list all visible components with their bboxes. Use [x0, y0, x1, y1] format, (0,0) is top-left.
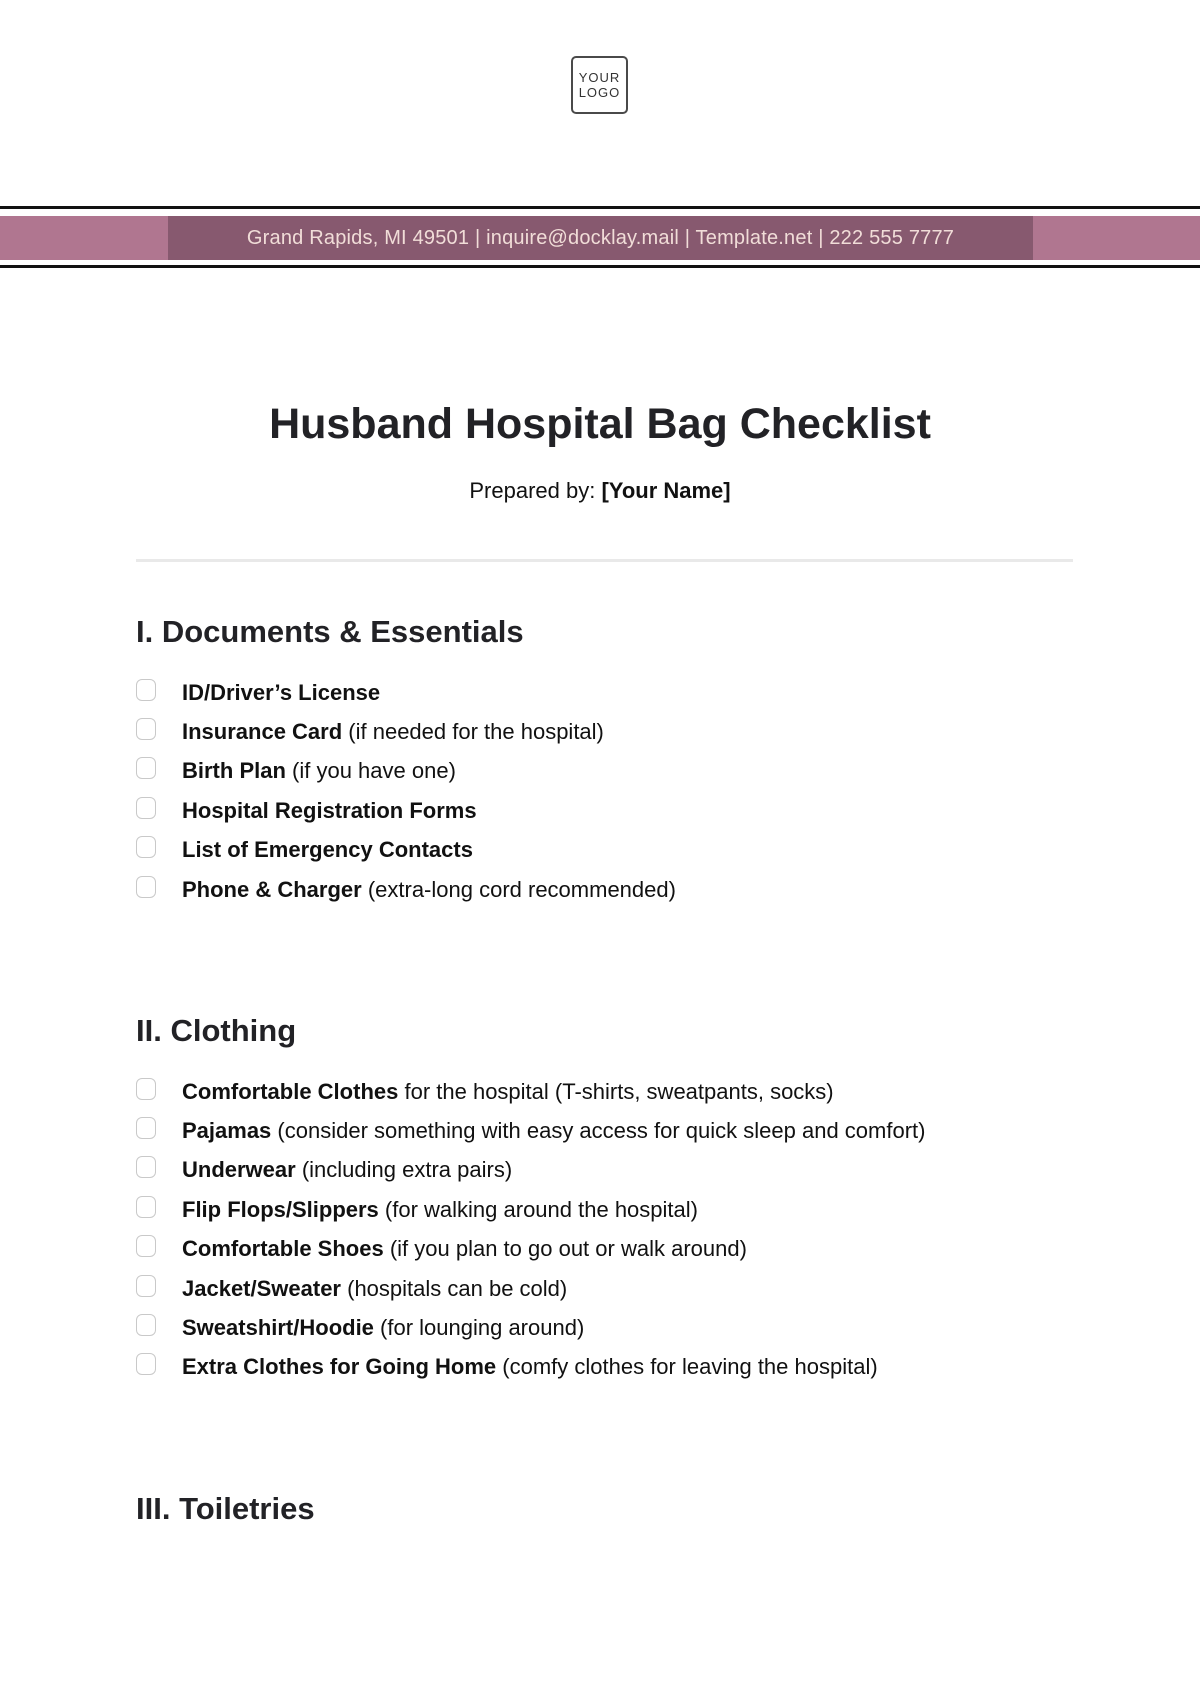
checklist-item: Hospital Registration Forms [136, 791, 676, 830]
checkbox[interactable] [136, 1156, 156, 1179]
prepared-by: Prepared by: [Your Name] [0, 478, 1200, 504]
item-note: (for walking around the hospital) [378, 1196, 698, 1222]
checkbox[interactable] [136, 678, 156, 701]
checkbox[interactable] [136, 1195, 156, 1218]
item-note: (including extra pairs) [295, 1157, 513, 1183]
item-label: Underwear [182, 1157, 296, 1183]
item-note: (comfy clothes for leaving the hospital) [496, 1354, 878, 1380]
checkbox[interactable] [136, 796, 156, 819]
item-note: (if needed for the hospital) [342, 719, 604, 745]
checklist-item: Flip Flops/Slippers (for walking around … [136, 1190, 925, 1229]
item-note: (consider something with easy access for… [271, 1118, 926, 1144]
checklist-item: Sweatshirt/Hoodie (for lounging around) [136, 1308, 925, 1347]
checkbox[interactable] [136, 1235, 156, 1258]
item-note: (for lounging around) [373, 1315, 585, 1341]
checklist-item: Pajamas (consider something with easy ac… [136, 1111, 925, 1150]
item-label: List of Emergency Contacts [182, 837, 473, 863]
header-rule-bottom [0, 265, 1200, 268]
contact-band: Grand Rapids, MI 49501 | inquire@docklay… [0, 216, 1200, 260]
section-title-clothing: II. Clothing [136, 1013, 297, 1048]
checklist-item: Extra Clothes for Going Home (comfy clot… [136, 1348, 925, 1387]
checklist-item: Insurance Card (if needed for the hospit… [136, 712, 676, 751]
checklist-item: Underwear (including extra pairs) [136, 1151, 925, 1190]
checklist-item: Jacket/Sweater (hospitals can be cold) [136, 1269, 925, 1308]
checkbox[interactable] [136, 718, 156, 741]
item-label: Phone & Charger [182, 876, 362, 902]
item-label: Sweatshirt/Hoodie [182, 1315, 374, 1341]
item-note: (if you plan to go out or walk around) [383, 1236, 747, 1262]
checkbox[interactable] [136, 1314, 156, 1337]
checklist-clothing: Comfortable Clothes for the hospital (T-… [136, 1072, 925, 1387]
checklist-item: Phone & Charger (extra-long cord recomme… [136, 870, 676, 909]
logo-line-1: YOUR [578, 70, 621, 85]
contact-band-inner: Grand Rapids, MI 49501 | inquire@docklay… [168, 216, 1033, 260]
section-title-toiletries: III. Toiletries [136, 1491, 315, 1526]
checklist-item: Comfortable Shoes (if you plan to go out… [136, 1230, 925, 1269]
checkbox[interactable] [136, 1077, 156, 1100]
section-title-documents: I. Documents & Essentials [136, 614, 524, 649]
checklist-item: Birth Plan (if you have one) [136, 752, 676, 791]
item-label: ID/Driver’s License [182, 679, 381, 705]
checkbox[interactable] [136, 1274, 156, 1297]
item-note: (hospitals can be cold) [341, 1275, 568, 1301]
checkbox[interactable] [136, 1117, 156, 1140]
item-label: Insurance Card [182, 719, 343, 745]
logo-line-2: LOGO [578, 85, 621, 100]
checkbox[interactable] [136, 757, 156, 780]
item-label: Jacket/Sweater [182, 1275, 341, 1301]
header-rule-top [0, 206, 1200, 209]
checkbox[interactable] [136, 875, 156, 898]
checklist-item: List of Emergency Contacts [136, 831, 676, 870]
company-logo: YOUR LOGO [571, 56, 628, 114]
item-note: for the hospital (T-shirts, sweatpants, … [398, 1078, 834, 1104]
item-label: Extra Clothes for Going Home [182, 1354, 497, 1380]
item-note: (extra-long cord recommended) [361, 876, 676, 902]
checkbox[interactable] [136, 836, 156, 859]
item-label: Comfortable Clothes [182, 1078, 399, 1104]
checklist-documents: ID/Driver’s License Insurance Card (if ne… [136, 673, 676, 909]
contact-info: Grand Rapids, MI 49501 | inquire@docklay… [246, 226, 955, 249]
item-note: (if you have one) [285, 758, 456, 784]
title-divider [136, 559, 1073, 562]
item-label: Flip Flops/Slippers [182, 1196, 379, 1222]
checkbox[interactable] [136, 1353, 156, 1376]
checklist-item: Comfortable Clothes for the hospital (T-… [136, 1072, 925, 1111]
checklist-item: ID/Driver’s License [136, 673, 676, 712]
item-label: Pajamas [182, 1118, 272, 1144]
item-label: Hospital Registration Forms [182, 797, 477, 823]
document-title: Husband Hospital Bag Checklist [269, 400, 931, 448]
prepared-by-name: [Your Name] [601, 478, 731, 503]
item-label: Comfortable Shoes [182, 1236, 384, 1262]
prepared-by-label: Prepared by: [469, 478, 596, 503]
item-label: Birth Plan [182, 758, 286, 784]
